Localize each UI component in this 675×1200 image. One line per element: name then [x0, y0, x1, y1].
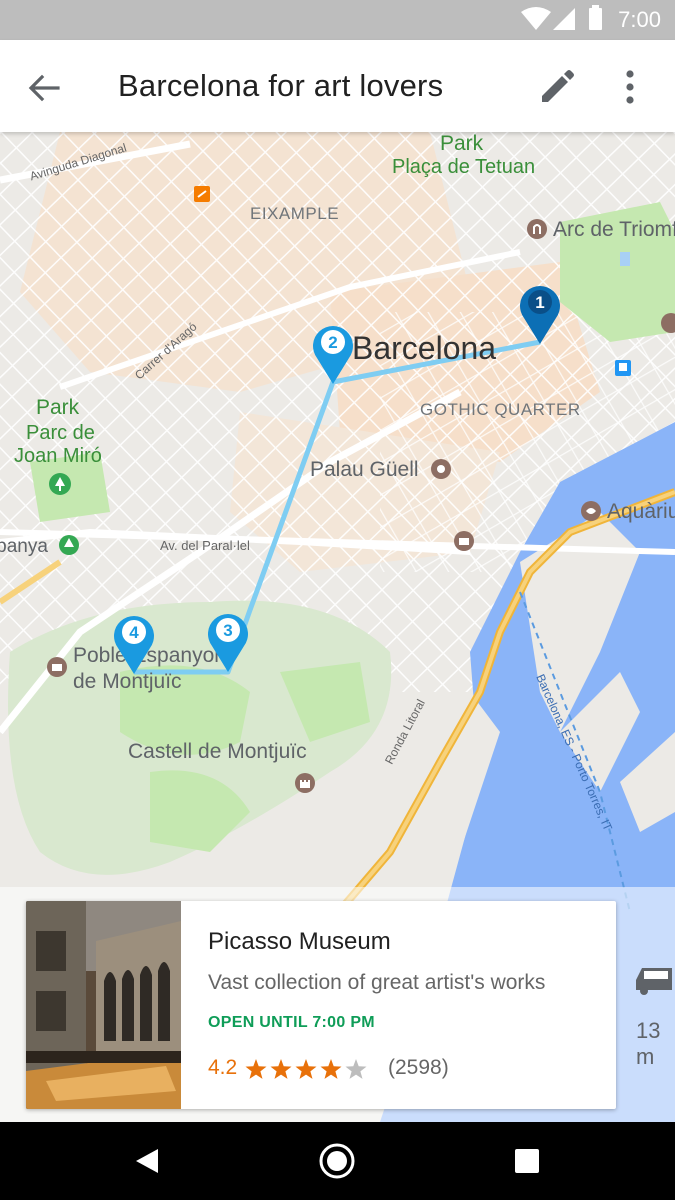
- transit-icon: [615, 360, 631, 376]
- place-card[interactable]: Picasso Museum Vast collection of great …: [26, 901, 616, 1109]
- route-pin-3[interactable]: 3: [204, 606, 252, 674]
- park-tree-icon-2: [59, 535, 79, 555]
- map-label-park-left: Park: [36, 396, 80, 419]
- wifi-icon: [521, 7, 551, 30]
- museum-icon: [431, 459, 451, 479]
- route-pin-2[interactable]: 2: [309, 318, 357, 386]
- status-icons: [521, 5, 602, 30]
- map-label-palau-guell: Palau Güell: [310, 458, 419, 481]
- map-label-barcelona: Barcelona: [352, 330, 497, 366]
- star-icon: [295, 1059, 317, 1079]
- app-bar: Barcelona for art lovers: [0, 40, 675, 132]
- status-bar: 7:00: [0, 0, 675, 40]
- system-nav-bar: [0, 1122, 675, 1200]
- place-description: Vast collection of great artist's works: [208, 971, 546, 994]
- map-label-paral-lel: Av. del Paral·lel: [160, 538, 250, 553]
- battery-icon: [589, 8, 602, 30]
- place-photo: [26, 901, 181, 1109]
- car-icon: [636, 968, 672, 995]
- map-label-castell-montjuic: Castell de Montjuïc: [128, 740, 307, 763]
- route-pin-4[interactable]: 4: [110, 608, 158, 676]
- arrow-back-icon: [28, 74, 60, 102]
- map-label-gothic-quarter: GOTHIC QUARTER: [420, 400, 581, 419]
- signal-icon: [553, 8, 575, 30]
- aquarium-icon: [581, 501, 601, 521]
- route-pin-1[interactable]: 1: [516, 278, 564, 346]
- open-hours: OPEN UNTIL 7:00 PM: [208, 1014, 375, 1031]
- map-label-park: Park: [440, 132, 484, 155]
- edit-pencil-icon: [542, 70, 574, 102]
- page-title: Barcelona for art lovers: [118, 68, 444, 103]
- map-label-arc-de-triomf: Arc de Triomf: [553, 218, 675, 241]
- route-pin-1-number: 1: [535, 293, 544, 312]
- castle-icon: [295, 773, 315, 793]
- route-pin-3-number: 3: [223, 621, 232, 640]
- map-label-parc-de: Parc de: [26, 422, 95, 444]
- more-options-button[interactable]: [608, 62, 654, 112]
- star-icon: [270, 1059, 292, 1079]
- map-label-espanya: Espanya: [0, 536, 48, 557]
- route-pin-4-number: 4: [129, 623, 139, 642]
- review-count: (2598): [388, 1056, 449, 1079]
- place-title: Picasso Museum: [208, 928, 391, 955]
- star-icon: [345, 1059, 367, 1079]
- landmark-icon: [527, 219, 547, 239]
- rating-stars: [245, 1059, 367, 1079]
- back-button[interactable]: [18, 62, 70, 114]
- status-time: 7:00: [618, 7, 661, 32]
- back-triangle-icon[interactable]: [132, 1146, 162, 1176]
- map-label-placa-tetuan: Plaça de Tetuan: [392, 156, 536, 178]
- park-tree-icon: [49, 473, 71, 495]
- route-pin-2-number: 2: [328, 333, 337, 352]
- home-circle-icon[interactable]: [318, 1142, 356, 1180]
- edit-button[interactable]: [532, 62, 582, 112]
- recents-square-icon[interactable]: [514, 1148, 540, 1174]
- museum-icon-3: [47, 657, 67, 677]
- map-label-aquarium: Aquàrium: [607, 500, 675, 523]
- map-label-eixample: EIXAMPLE: [250, 204, 340, 223]
- next-card-duration[interactable]: 13 m: [636, 1018, 675, 1070]
- rating-value: 4.2: [208, 1056, 238, 1079]
- train-station-icon: [194, 186, 210, 202]
- more-vert-icon: [626, 70, 634, 104]
- museum-poi-icon: [661, 313, 675, 333]
- star-icon: [245, 1059, 267, 1079]
- star-icon: [320, 1059, 342, 1079]
- map-label-joan-miro: Joan Miró: [14, 445, 102, 467]
- museum-icon-2: [454, 531, 474, 551]
